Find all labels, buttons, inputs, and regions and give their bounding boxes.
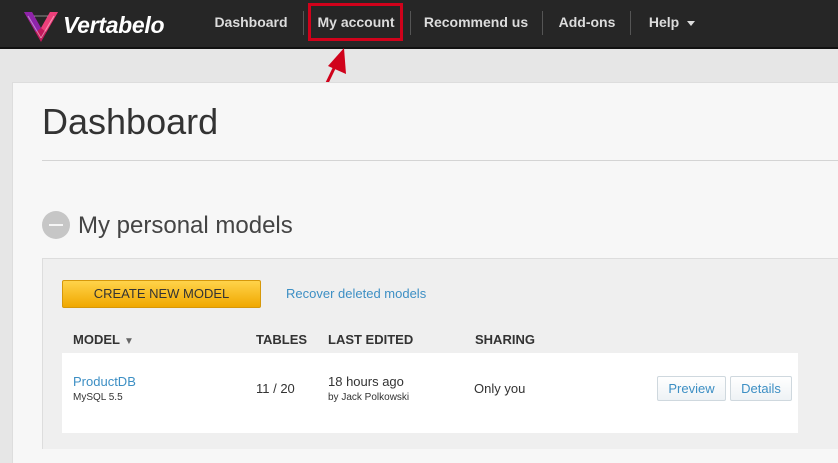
last-edited-by: by Jack Polkowski xyxy=(328,392,410,403)
details-button[interactable]: Details xyxy=(730,376,792,401)
nav-recommend-us[interactable]: Recommend us xyxy=(420,0,532,46)
nav-dashboard[interactable]: Dashboard xyxy=(210,0,292,46)
preview-button[interactable]: Preview xyxy=(657,376,726,401)
nav-divider xyxy=(410,11,411,35)
collapse-section-icon[interactable] xyxy=(42,211,70,239)
section-title: My personal models xyxy=(78,212,293,239)
vertabelo-logo-icon xyxy=(24,12,58,42)
sort-down-icon: ▼ xyxy=(123,336,134,347)
create-new-model-button[interactable]: CREATE NEW MODEL xyxy=(62,280,261,308)
column-header-sharing: SHARING xyxy=(475,332,535,347)
brand-name: Vertabelo xyxy=(63,12,165,38)
last-edited-time: 18 hours ago xyxy=(328,374,404,389)
nav-help[interactable]: Help xyxy=(640,0,704,46)
nav-divider xyxy=(630,11,631,35)
chevron-down-icon xyxy=(687,20,696,26)
nav-help-label: Help xyxy=(648,14,680,30)
vertabelo-logo[interactable]: Vertabelo xyxy=(22,8,172,42)
column-header-tables: TABLES xyxy=(256,332,308,347)
model-database-type: MySQL 5.5 xyxy=(73,392,123,403)
divider xyxy=(42,160,838,161)
top-navigation-bar: Vertabelo Dashboard My account Recommend… xyxy=(0,0,838,49)
column-header-model-label: MODEL xyxy=(73,332,120,347)
recover-deleted-models-link[interactable]: Recover deleted models xyxy=(286,286,426,301)
nav-add-ons[interactable]: Add-ons xyxy=(552,0,622,46)
nav-divider xyxy=(542,11,543,35)
column-header-model[interactable]: MODEL ▼ xyxy=(73,332,134,347)
sharing-status: Only you xyxy=(474,381,526,396)
nav-divider xyxy=(303,11,304,35)
model-name-link[interactable]: ProductDB xyxy=(73,374,136,389)
column-header-last-edited: LAST EDITED xyxy=(328,332,414,347)
annotation-highlight-box xyxy=(308,3,403,41)
page-title: Dashboard xyxy=(42,101,219,142)
tables-count: 11 / 20 xyxy=(256,381,295,396)
